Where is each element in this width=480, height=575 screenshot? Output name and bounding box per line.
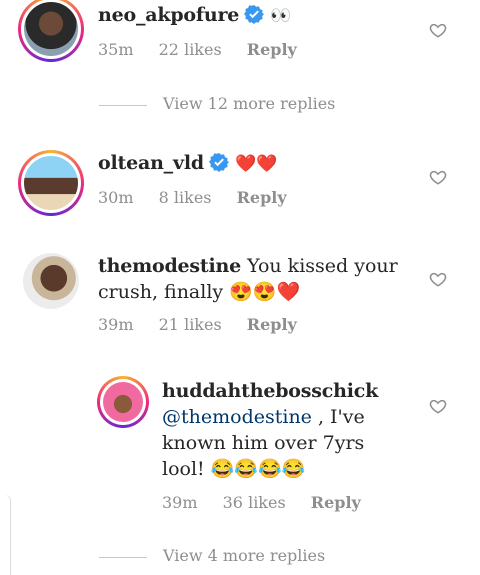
heart-outline-icon[interactable] [429,168,447,186]
comment-username[interactable]: themodestine [98,255,241,277]
comment-text-line1: , I've [311,406,365,428]
avatar-story-ring[interactable] [18,150,84,216]
view-replies-divider [99,557,147,558]
avatar-story-ring[interactable] [97,376,149,428]
comment-text: 👀 [270,6,292,26]
avatar [24,156,78,210]
comment-username[interactable]: neo_akpofure [98,4,239,26]
reply-button[interactable]: Reply [237,188,287,207]
reply-button[interactable]: Reply [247,40,297,59]
avatar[interactable] [23,253,79,309]
comment-likes[interactable]: 22 likes [159,40,222,59]
view-more-replies-button[interactable]: View 4 more replies [163,546,325,565]
mention-link[interactable]: @themodestine [162,406,312,428]
comment-likes[interactable]: 21 likes [159,315,222,334]
heart-outline-icon[interactable] [429,21,447,39]
avatar [24,2,78,56]
comment-text-line2: known him over 7yrs [162,432,365,454]
reply-button[interactable]: Reply [311,493,361,512]
comment-text: ❤️❤️ [234,154,278,174]
comment-time: 35m [98,40,134,59]
comment-likes[interactable]: 36 likes [223,493,286,512]
comment-text-line1: You kissed your [247,255,398,277]
comment-username[interactable]: huddahthebosschick [162,380,378,402]
comment-likes[interactable]: 8 likes [159,188,212,207]
comment-time: 39m [98,315,134,334]
comment-username[interactable]: oltean_vld [98,152,204,174]
comment-time: 30m [98,188,134,207]
avatar [103,382,143,422]
heart-outline-icon[interactable] [429,397,447,415]
comment-text-line3: lool! 😂😂😂😂 [162,458,306,480]
comment-time: 39m [162,493,198,512]
reply-button[interactable]: Reply [247,315,297,334]
verified-badge-icon [208,153,229,172]
avatar-story-ring[interactable] [18,0,84,62]
comment-text-line2: crush, finally 😍😍❤️ [98,281,301,303]
verified-badge-icon [244,5,265,24]
view-replies-divider [99,105,147,106]
view-more-replies-button[interactable]: View 12 more replies [163,94,335,113]
panel-edge [0,495,11,575]
heart-outline-icon[interactable] [429,270,447,288]
